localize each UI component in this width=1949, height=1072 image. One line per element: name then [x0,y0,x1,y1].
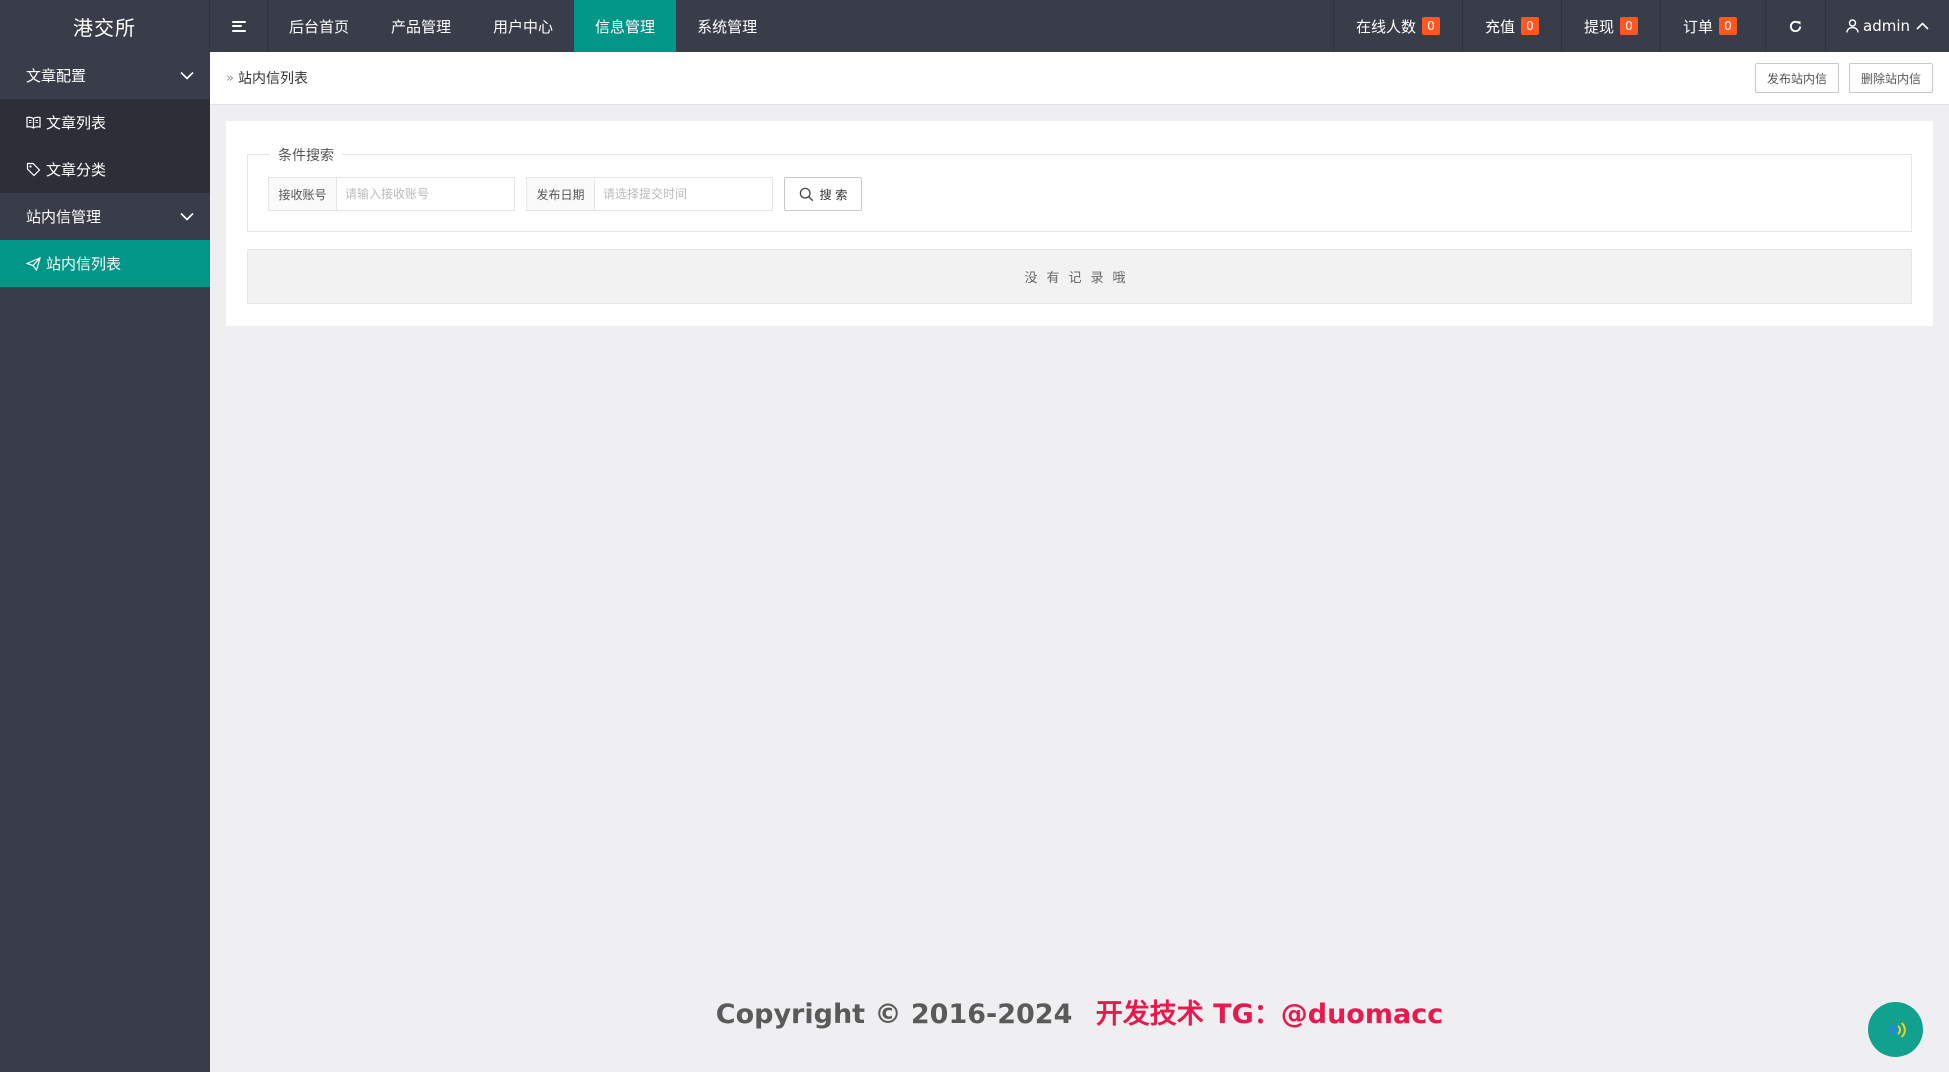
sidebar-item-label: 站内信列表 [46,255,122,273]
search-row: 接收账号 发布日期 搜 索 [268,177,862,211]
stat-withdraw[interactable]: 提现 0 [1560,0,1660,52]
count-badge: 0 [1421,17,1440,35]
top-header: 港交所 后台首页 产品管理 用户中心 信息管理 系统管理 在线人数 0 充值 0… [0,0,1949,52]
sidebar-item-article-list[interactable]: 文章列表 [0,99,210,146]
menu-toggle-button[interactable] [210,0,268,52]
search-button[interactable]: 搜 索 [784,177,862,211]
sound-wave-icon [1887,1021,1906,1038]
count-badge: 0 [1520,17,1539,35]
breadcrumb-current[interactable]: 站内信列表 [238,68,308,88]
sidebar-item-article-category[interactable]: 文章分类 [0,146,210,193]
double-chevron-right-icon: » [226,70,234,86]
audio-widget-button[interactable] [1868,1002,1923,1057]
stat-recharge[interactable]: 充值 0 [1461,0,1561,52]
stat-label: 订单 [1682,17,1713,36]
sidebar: 文章配置 文章列表 文章分类 站内信管理 站内信列表 [0,52,210,1072]
footer-copyright: Copyright © 2016-2024 [715,999,1073,1030]
sidebar-item-message-list[interactable]: 站内信列表 [0,240,210,287]
stat-label: 提现 [1583,17,1614,36]
account-label: 接收账号 [269,178,337,210]
refresh-button[interactable] [1765,0,1825,52]
date-label: 发布日期 [527,178,595,210]
top-nav: 后台首页 产品管理 用户中心 信息管理 系统管理 [268,0,778,52]
sidebar-group-articles[interactable]: 文章配置 [0,52,210,99]
sidebar-submenu-messages: 站内信列表 [0,240,210,287]
tag-icon [26,162,41,177]
account-input-group: 接收账号 [268,177,515,211]
empty-state: 没有记录哦 [247,249,1912,304]
content-card: 条件搜索 接收账号 发布日期 搜 索 没有记录哦 [226,121,1933,326]
sidebar-item-label: 文章分类 [46,161,107,179]
publish-message-button[interactable]: 发布站内信 [1754,63,1839,93]
footer-contact: 开发技术 TG：@duomacc [1095,999,1444,1030]
search-fieldset: 条件搜索 接收账号 发布日期 搜 索 [247,145,1912,232]
nav-users[interactable]: 用户中心 [472,0,574,52]
header-right: 在线人数 0 充值 0 提现 0 订单 0 admin [1332,0,1949,52]
date-input[interactable] [595,178,772,210]
chevron-up-icon [1916,22,1929,30]
count-badge: 0 [1619,17,1638,35]
breadcrumb: » 站内信列表 [226,68,308,88]
delete-message-button[interactable]: 删除站内信 [1848,63,1933,93]
count-badge: 0 [1719,17,1737,35]
page-actions: 发布站内信 删除站内信 [1754,63,1933,93]
hamburger-icon [231,20,246,32]
footer: Copyright © 2016-2024 开发技术 TG：@duomacc [210,992,1949,1031]
stat-label: 充值 [1484,17,1515,36]
user-icon [1846,19,1859,33]
app-logo[interactable]: 港交所 [0,0,210,52]
stat-online[interactable]: 在线人数 0 [1332,0,1462,52]
username: admin [1863,17,1910,35]
search-legend: 条件搜索 [270,145,342,165]
sidebar-group-label: 文章配置 [26,67,87,85]
nav-home[interactable]: 后台首页 [268,0,370,52]
search-button-label: 搜 索 [819,187,848,202]
search-icon [799,187,813,201]
sidebar-group-label: 站内信管理 [26,208,102,226]
stat-label: 在线人数 [1355,17,1416,36]
nav-products[interactable]: 产品管理 [370,0,472,52]
date-input-group: 发布日期 [526,177,773,211]
user-menu[interactable]: admin [1825,0,1949,52]
sidebar-item-label: 文章列表 [46,114,107,132]
book-icon [26,116,41,129]
sidebar-group-messages[interactable]: 站内信管理 [0,193,210,240]
nav-messages[interactable]: 信息管理 [574,0,677,52]
breadcrumb-bar: » 站内信列表 发布站内信 删除站内信 [210,52,1949,105]
refresh-icon [1789,20,1802,32]
nav-system[interactable]: 系统管理 [676,0,778,52]
sidebar-submenu-articles: 文章列表 文章分类 [0,99,210,193]
send-icon [26,256,41,271]
chevron-down-icon [180,212,194,221]
stat-orders[interactable]: 订单 0 [1659,0,1765,52]
account-input[interactable] [337,178,514,210]
chevron-down-icon [180,71,194,80]
